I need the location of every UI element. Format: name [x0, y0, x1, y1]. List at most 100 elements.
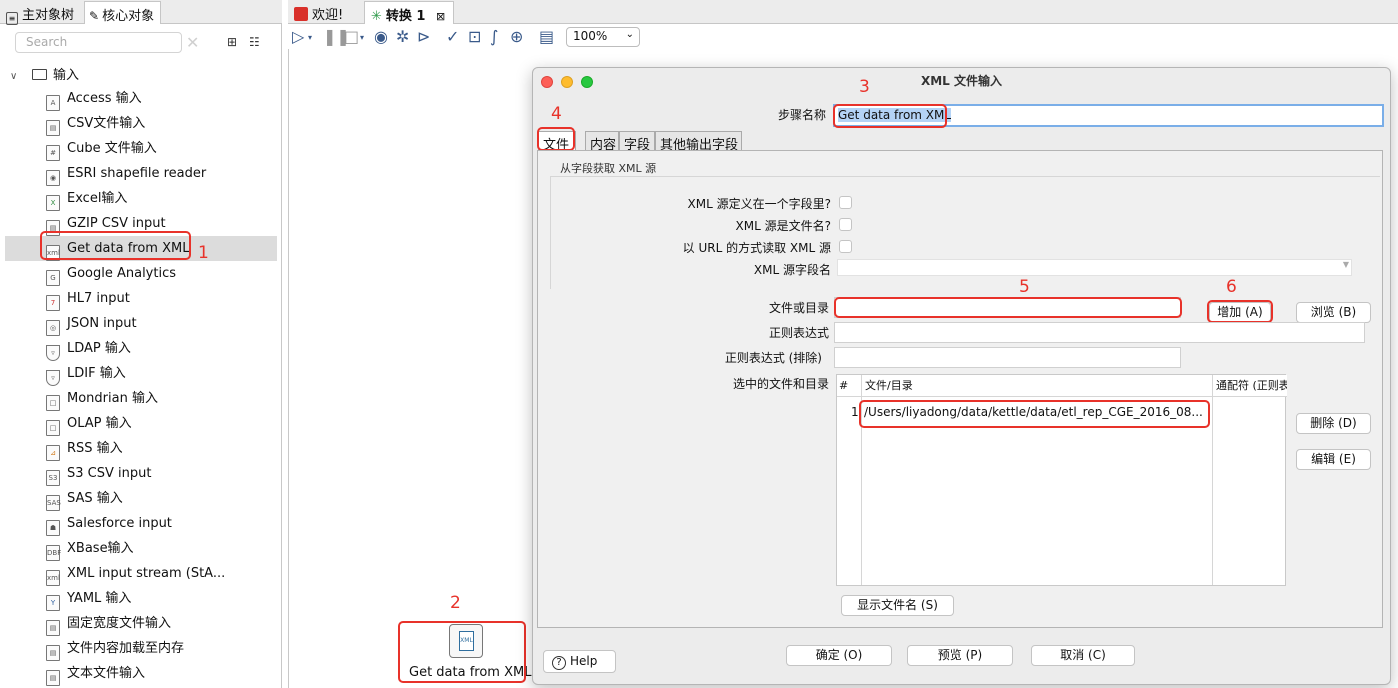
row-number: 1	[851, 405, 859, 419]
read-url-checkbox[interactable]	[839, 240, 852, 253]
annotation-box-3	[833, 104, 947, 128]
shield-icon: ▿	[46, 345, 60, 361]
impact-icon[interactable]: ⊡	[468, 27, 481, 46]
group-title: 从字段获取 XML 源	[560, 162, 657, 175]
show-filenames-button[interactable]: 显示文件名 (S)	[841, 595, 954, 616]
excel-icon: X	[46, 195, 60, 211]
tree-item[interactable]: ☗ Salesforce input	[5, 511, 277, 536]
google-analytics-icon: G	[46, 270, 60, 286]
column-header-file[interactable]: 文件/目录	[862, 375, 1213, 397]
regex-exclude-input[interactable]	[834, 347, 1181, 368]
chevron-down-icon[interactable]: ∨	[10, 71, 26, 82]
tree-item[interactable]: Y YAML 输入	[5, 586, 277, 611]
tree-item[interactable]: ▤ CSV文件输入	[5, 111, 277, 136]
tab-other-output-fields[interactable]: 其他输出字段	[655, 131, 742, 153]
browse-button[interactable]: 浏览 (B)	[1296, 302, 1371, 323]
replay-icon[interactable]: ⊳	[417, 27, 430, 46]
close-tab-icon[interactable]: ⊠	[436, 10, 445, 23]
close-window-button[interactable]	[541, 76, 553, 88]
expand-all-icon[interactable]: ☷	[249, 35, 260, 49]
help-icon: ?	[552, 656, 566, 670]
tree-item[interactable]: SAS SAS 输入	[5, 486, 277, 511]
chevron-down-icon: ▼	[1342, 260, 1349, 269]
tab-transformation-1[interactable]: ✳ 转换 1 ⊠	[364, 1, 455, 24]
xml-in-field-checkbox[interactable]	[839, 196, 852, 209]
tab-main-object-tree[interactable]: ≡ 主对象树	[2, 1, 80, 25]
tree-item[interactable]: ▤ 固定宽度文件输入	[5, 611, 277, 636]
editor-toolbar: ▷ ▾ ❚❚ □ ▾ ◉ ✲ ⊳ ✓ ⊡ ∫ ⊕ ▤	[288, 25, 1398, 49]
tree-item[interactable]: ▿ LDIF 输入	[5, 361, 277, 386]
xml-field-name-label: XML 源字段名	[753, 263, 831, 277]
yaml-icon: Y	[46, 595, 60, 611]
editor-tab-bar: 欢迎! ✳ 转换 1 ⊠	[288, 0, 1398, 24]
column-divider	[1212, 397, 1213, 585]
xml-field-name-select[interactable]: ▼	[837, 259, 1352, 276]
collapse-all-icon[interactable]: ⊞	[227, 35, 237, 49]
regex-label: 正则表达式	[768, 326, 829, 340]
tree-item[interactable]: X Excel输入	[5, 186, 277, 211]
annotation-box-path	[859, 400, 1210, 428]
ok-button[interactable]: 确定 (O)	[786, 645, 892, 666]
column-header-wildcard[interactable]: 通配符 (正则表	[1213, 375, 1287, 397]
left-panel: ≡ 主对象树 ✎ 核心对象 Search ✕ ⊞ ☷ ∨ 输入 A Access 输入 …	[0, 0, 282, 688]
tree-item[interactable]: □ Mondrian 输入	[5, 386, 277, 411]
tree-item[interactable]: xml XML input stream (StA...	[5, 561, 277, 586]
chevron-down-icon: ⌄	[625, 29, 634, 40]
run-icon[interactable]: ▷	[292, 27, 304, 46]
xml-is-filename-label: XML 源是文件名?	[735, 219, 831, 233]
tab-fields[interactable]: 字段	[619, 131, 655, 153]
cancel-button[interactable]: 取消 (C)	[1031, 645, 1135, 666]
tree-item[interactable]: G Google Analytics	[5, 261, 277, 286]
zoom-select[interactable]: 100% ⌄	[566, 27, 640, 47]
help-button[interactable]: ? Help	[543, 650, 616, 673]
annotation-box-2	[398, 621, 526, 683]
tree-item[interactable]: S3 S3 CSV input	[5, 461, 277, 486]
tree-item[interactable]: # Cube 文件输入	[5, 136, 277, 161]
annotation-box-6	[1207, 300, 1273, 323]
xml-in-field-label: XML 源定义在一个字段里?	[687, 197, 831, 211]
sql-icon[interactable]: ∫	[490, 27, 498, 46]
step-name-label: 步骤名称	[778, 108, 827, 122]
tree-item[interactable]: DBF XBase输入	[5, 536, 277, 561]
tree-item[interactable]: ⊿ RSS 输入	[5, 436, 277, 461]
tree-folder-input[interactable]: ∨ 输入	[10, 64, 79, 84]
stop-dropdown-icon[interactable]: ▾	[360, 33, 364, 42]
edit-button[interactable]: 编辑 (E)	[1296, 449, 1371, 470]
tree-item[interactable]: □ OLAP 输入	[5, 411, 277, 436]
tree-item[interactable]: ▤ 文本文件输入	[5, 661, 277, 686]
preview-eye-icon[interactable]: ◉	[374, 27, 388, 46]
tree-item[interactable]: ◉ ESRI shapefile reader	[5, 161, 277, 186]
run-dropdown-icon[interactable]: ▾	[308, 33, 312, 42]
debug-icon[interactable]: ✲	[396, 27, 409, 46]
rss-icon: ⊿	[46, 445, 60, 461]
annotation-box-5	[834, 297, 1182, 318]
delete-button[interactable]: 删除 (D)	[1296, 413, 1371, 434]
tree-item[interactable]: 7 HL7 input	[5, 286, 277, 311]
tab-content[interactable]: 内容	[585, 131, 619, 153]
explore-db-icon[interactable]: ⊕	[510, 27, 523, 46]
column-header-num[interactable]: #	[837, 375, 862, 397]
selected-files-label: 选中的文件和目录	[732, 377, 829, 391]
tab-welcome[interactable]: 欢迎!	[288, 1, 351, 24]
maximize-window-button[interactable]	[581, 76, 593, 88]
file-or-dir-label: 文件或目录	[768, 301, 829, 315]
cube-icon: □	[46, 420, 60, 436]
clear-search-icon[interactable]: ✕	[186, 33, 199, 52]
xml-stream-icon: xml	[46, 570, 60, 586]
verify-icon[interactable]: ✓	[446, 27, 459, 46]
search-input[interactable]: Search	[15, 32, 182, 53]
stop-icon[interactable]: □	[344, 27, 359, 46]
regex-input[interactable]	[834, 322, 1365, 343]
show-results-icon[interactable]: ▤	[539, 27, 554, 46]
tree-item[interactable]: ▤ 文件内容加载至内存	[5, 636, 277, 661]
text-file-icon: ▤	[46, 645, 60, 661]
tree-item[interactable]: A Access 输入	[5, 86, 277, 111]
tab-core-objects[interactable]: ✎ 核心对象	[84, 1, 162, 24]
text-file-icon: ▤	[46, 620, 60, 636]
minimize-window-button[interactable]	[561, 76, 573, 88]
preview-button[interactable]: 预览 (P)	[907, 645, 1013, 666]
tree-item[interactable]: ▿ LDAP 输入	[5, 336, 277, 361]
tree-item[interactable]: ◎ JSON input	[5, 311, 277, 336]
xml-is-filename-checkbox[interactable]	[839, 218, 852, 231]
map-pin-icon: ◉	[46, 170, 60, 186]
